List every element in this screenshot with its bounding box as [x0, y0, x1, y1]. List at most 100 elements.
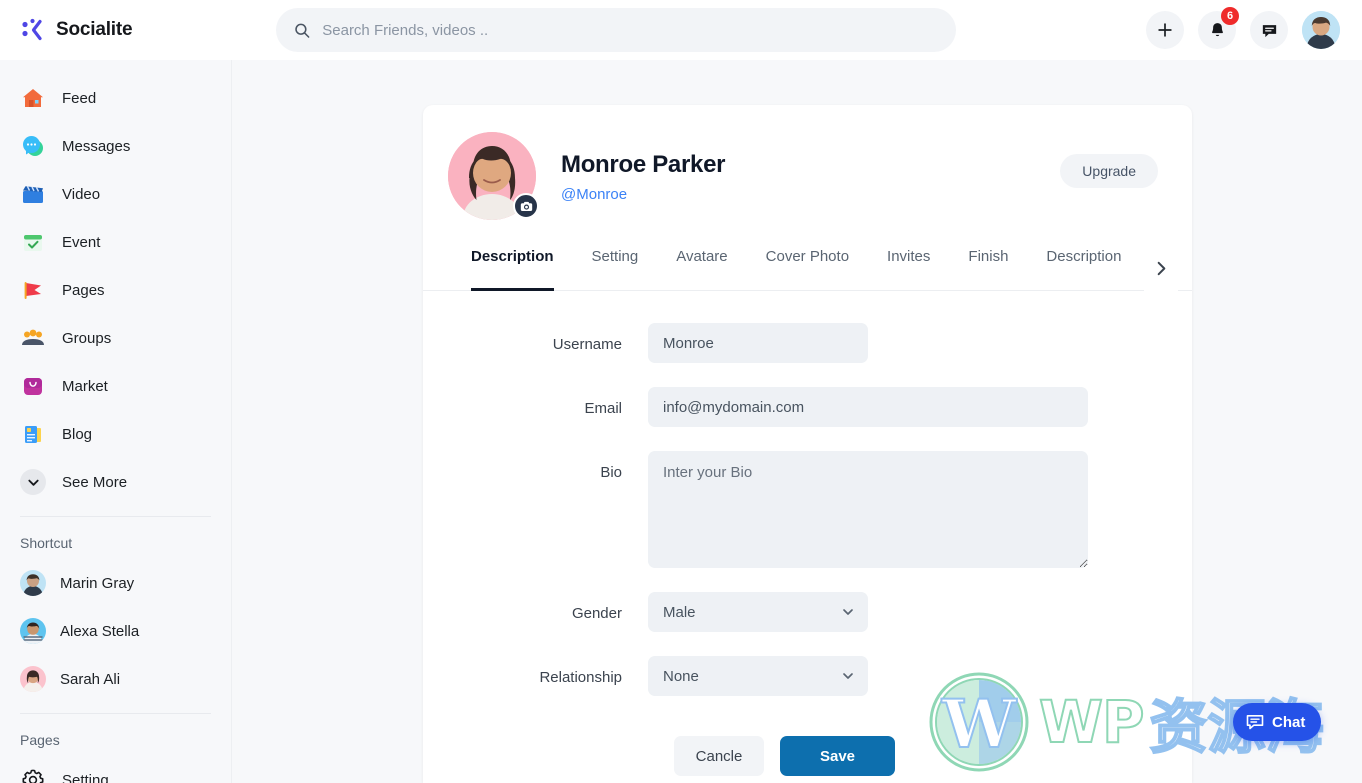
gear-icon: [20, 767, 46, 783]
sidebar-item-label: Feed: [62, 90, 96, 107]
sidebar-item-label: Market: [62, 378, 108, 395]
form-row-relationship: Relationship None: [423, 656, 1192, 696]
relationship-label: Relationship: [423, 656, 648, 686]
people-group-icon: [20, 325, 46, 351]
tab-invites[interactable]: Invites: [868, 246, 949, 291]
sidebar-item-groups[interactable]: Groups: [0, 314, 231, 362]
gender-select[interactable]: Male: [648, 592, 868, 632]
form-row-email: Email: [423, 387, 1192, 427]
brand-name: Socialite: [56, 19, 132, 41]
plus-icon: [1156, 21, 1174, 39]
tab-avatare[interactable]: Avatare: [657, 246, 746, 291]
shopping-bag-icon: [20, 373, 46, 399]
sidebar-item-setting[interactable]: Setting: [0, 756, 231, 783]
top-navigation-bar: Socialite 6: [0, 0, 1362, 60]
brand-logo-area[interactable]: Socialite: [0, 0, 232, 60]
notifications-button[interactable]: 6: [1198, 11, 1236, 49]
sidebar-shortcut-alexa-stella[interactable]: Alexa Stella: [0, 607, 231, 655]
document-icon: [20, 421, 46, 447]
gender-label: Gender: [423, 592, 648, 622]
chat-button[interactable]: Chat: [1233, 703, 1321, 741]
tabs-next-button[interactable]: [1144, 246, 1178, 291]
gender-select-wrapper[interactable]: Male: [648, 592, 868, 632]
sidebar[interactable]: Feed Messages Video Event: [0, 60, 232, 783]
username-input[interactable]: [648, 323, 868, 363]
sidebar-item-label: Blog: [62, 426, 92, 443]
profile-avatar-wrapper[interactable]: [448, 132, 536, 220]
camera-icon[interactable]: [513, 193, 539, 219]
sidebar-item-pages[interactable]: Pages: [0, 266, 231, 314]
shortcut-heading: Shortcut: [0, 523, 231, 559]
profile-settings-card: Monroe Parker @Monroe Upgrade Descriptio…: [423, 105, 1192, 783]
sidebar-item-see-more[interactable]: See More: [0, 458, 231, 506]
notification-badge: 6: [1221, 7, 1239, 25]
upgrade-button[interactable]: Upgrade: [1060, 154, 1158, 188]
friend-avatar: [20, 666, 46, 692]
sidebar-item-event[interactable]: Event: [0, 218, 231, 266]
chat-label: Chat: [1272, 714, 1305, 731]
bell-icon: [1208, 21, 1227, 40]
chat-bubble-icon: [1245, 712, 1265, 732]
tabs-bar: Description Setting Avatare Cover Photo …: [423, 246, 1192, 291]
friend-name: Sarah Ali: [60, 671, 120, 688]
sidebar-item-blog[interactable]: Blog: [0, 410, 231, 458]
sidebar-divider: [20, 516, 211, 517]
tab-setting[interactable]: Setting: [573, 246, 658, 291]
email-field[interactable]: [648, 387, 1088, 427]
flag-icon: [20, 277, 46, 303]
sidebar-shortcut-sarah-ali[interactable]: Sarah Ali: [0, 655, 231, 703]
friend-name: Alexa Stella: [60, 623, 139, 640]
clapperboard-icon: [20, 181, 46, 207]
sidebar-item-messages[interactable]: Messages: [0, 122, 231, 170]
sidebar-item-label: Groups: [62, 330, 111, 347]
relationship-select[interactable]: None: [648, 656, 868, 696]
form-row-gender: Gender Male: [423, 592, 1192, 632]
messages-button[interactable]: [1250, 11, 1288, 49]
search-bar[interactable]: [276, 8, 956, 52]
house-icon: [20, 85, 46, 111]
sidebar-divider: [20, 713, 211, 714]
form-row-bio: Bio: [423, 451, 1192, 568]
add-button[interactable]: [1146, 11, 1184, 49]
cancel-button[interactable]: Cancle: [674, 736, 764, 776]
sidebar-item-label: Pages: [62, 282, 105, 299]
sidebar-item-label: Event: [62, 234, 100, 251]
save-button[interactable]: Save: [780, 736, 895, 776]
sidebar-item-video[interactable]: Video: [0, 170, 231, 218]
profile-handle[interactable]: @Monroe: [561, 186, 725, 203]
avatar[interactable]: [1302, 11, 1340, 49]
sidebar-item-market[interactable]: Market: [0, 362, 231, 410]
bio-textarea[interactable]: [648, 451, 1088, 568]
socialite-logo-icon: [20, 17, 46, 43]
sidebar-shortcut-marin-gray[interactable]: Marin Gray: [0, 559, 231, 607]
profile-identity: Monroe Parker @Monroe: [561, 132, 725, 203]
relationship-select-wrapper[interactable]: None: [648, 656, 868, 696]
tab-cover-photo[interactable]: Cover Photo: [747, 246, 868, 291]
bio-label: Bio: [423, 451, 648, 481]
user-avatar-image: [1302, 11, 1340, 49]
calendar-check-icon: [20, 229, 46, 255]
chevron-down-icon: [20, 469, 46, 495]
tab-finish[interactable]: Finish: [949, 246, 1027, 291]
form-actions: Cancle Save: [423, 720, 1192, 776]
tabs-list[interactable]: Description Setting Avatare Cover Photo …: [423, 246, 1168, 291]
sidebar-item-label: Messages: [62, 138, 130, 155]
sidebar-item-label: Setting: [62, 772, 109, 783]
search-input[interactable]: [322, 22, 938, 39]
page-title: Monroe Parker: [561, 151, 725, 179]
friend-avatar: [20, 618, 46, 644]
sidebar-item-label: See More: [62, 474, 127, 491]
sidebar-item-label: Video: [62, 186, 100, 203]
tab-description-2[interactable]: Description: [1027, 246, 1140, 291]
chat-bubble-icon: [20, 133, 46, 159]
form-row-username: Username: [423, 323, 1192, 363]
email-label: Email: [423, 387, 648, 417]
chevron-right-icon: [1153, 260, 1170, 277]
sidebar-item-feed[interactable]: Feed: [0, 74, 231, 122]
header-actions: 6: [1146, 0, 1340, 60]
pages-heading: Pages: [0, 720, 231, 756]
friend-name: Marin Gray: [60, 575, 134, 592]
tab-description[interactable]: Description: [448, 246, 573, 291]
friend-avatar: [20, 570, 46, 596]
username-label: Username: [423, 323, 648, 353]
